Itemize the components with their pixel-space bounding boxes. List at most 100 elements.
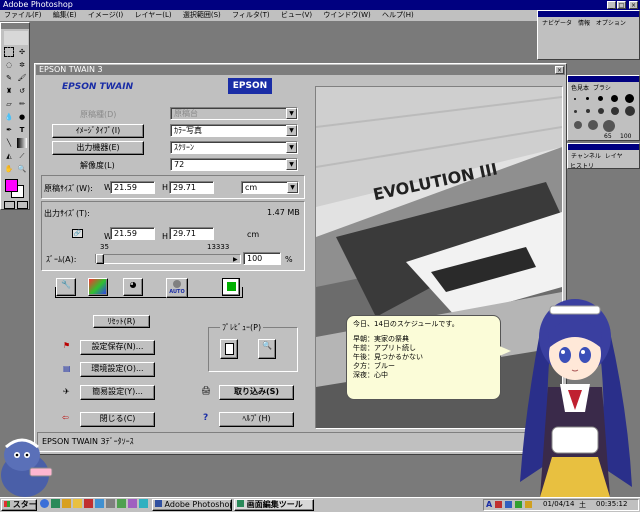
tray-app-icon[interactable]	[515, 501, 522, 508]
tray-volume-icon[interactable]	[505, 501, 512, 508]
simple-settings-button[interactable]: 簡易設定(Y)...	[80, 385, 155, 400]
brush-tip-9[interactable]	[611, 107, 619, 115]
quick-launch-desktop-icon[interactable]	[51, 499, 60, 508]
brush-tip-2[interactable]	[586, 97, 589, 100]
eraser-icon[interactable]: ▱	[4, 99, 14, 109]
gradient-icon[interactable]	[17, 138, 27, 148]
quick-launch-app3-icon[interactable]	[117, 499, 126, 508]
small-mascot[interactable]	[0, 425, 55, 497]
menu-image[interactable]: イメージ(I)	[88, 11, 123, 19]
paintbrush-icon[interactable]: 🖌	[17, 73, 27, 83]
unsharp-mask-icon[interactable]: 🔧	[56, 278, 76, 296]
ps-maximize-button[interactable]: □	[617, 1, 626, 9]
twain-close-button[interactable]: ×	[555, 66, 564, 74]
lasso-tool-icon[interactable]: ◌	[4, 60, 14, 70]
menu-select[interactable]: 選択範囲(S)	[183, 11, 221, 19]
dodge-icon[interactable]: ●	[17, 112, 27, 122]
original-width-field[interactable]: 21.59	[110, 181, 155, 194]
brush-tip-4[interactable]	[611, 95, 618, 102]
taskbar-photoshop-button[interactable]: Adobe Photoshop	[152, 499, 232, 511]
output-height-field[interactable]: 29.71	[169, 227, 214, 240]
zoom-field[interactable]: 100	[243, 252, 281, 265]
menu-edit[interactable]: 編集(E)	[53, 11, 77, 19]
save-settings-button[interactable]: 設定保存(N)...	[80, 340, 155, 355]
ime-a-icon[interactable]: A	[486, 500, 492, 509]
output-device-button[interactable]: 出力機器(E)	[52, 141, 144, 155]
tone-correction-icon[interactable]	[88, 278, 108, 296]
resolution-select[interactable]: 72 ▼	[170, 158, 298, 171]
hand-tool-icon[interactable]: ✋	[4, 164, 14, 174]
menu-help[interactable]: ヘルプ(H)	[382, 11, 414, 19]
eyedropper-icon[interactable]: ⟋	[17, 151, 27, 161]
zoom-tool-icon[interactable]: 🔍	[17, 164, 27, 174]
brush-tip-12[interactable]	[588, 120, 598, 130]
output-width-field[interactable]: 21.59	[110, 227, 155, 240]
tab-navigator[interactable]: ナビゲータ	[540, 20, 575, 27]
magic-wand-icon[interactable]: ✲	[17, 60, 27, 70]
screen-mode-icon[interactable]	[17, 201, 28, 209]
environment-button[interactable]: 環境設定(O)...	[80, 362, 155, 377]
auto-exposure-button[interactable]: AUTO	[166, 278, 188, 298]
foreground-color-swatch[interactable]	[5, 179, 18, 192]
character-mascot[interactable]	[510, 292, 640, 497]
quickmask-icon[interactable]	[4, 201, 15, 209]
brush-tip-11[interactable]	[574, 121, 582, 129]
brush-tip-7[interactable]	[586, 109, 590, 113]
quick-launch-app-icon[interactable]	[84, 499, 93, 508]
tab-layers[interactable]: レイヤ	[604, 153, 624, 160]
airbrush-icon[interactable]: ✎	[4, 73, 14, 83]
menu-filter[interactable]: フィルタ(T)	[232, 11, 270, 19]
document-source-select[interactable]: 原稿台 ▼	[170, 107, 298, 120]
quick-launch-ie-icon[interactable]	[40, 499, 49, 508]
brush-tip-6[interactable]	[574, 110, 577, 113]
quick-launch-app5-icon[interactable]	[139, 499, 148, 508]
brush-tip-1[interactable]	[574, 98, 576, 100]
taskbar-editor-button[interactable]: 画面編集ツール	[234, 499, 314, 511]
close-button[interactable]: 閉じる(C)	[80, 412, 155, 427]
zoom-slider-thumb[interactable]	[95, 254, 104, 264]
tray-app2-icon[interactable]	[525, 501, 532, 508]
history-tab[interactable]: ヒストリ	[570, 161, 594, 170]
menu-window[interactable]: ウインドウ(W)	[323, 11, 370, 19]
brush-tip-8[interactable]	[598, 108, 604, 114]
ps-close-button[interactable]: ×	[629, 1, 638, 9]
tab-swatches[interactable]: 色見本	[570, 85, 590, 92]
pencil-icon[interactable]: ✏	[17, 99, 27, 109]
brush-tip-13[interactable]	[603, 120, 615, 132]
quick-launch-folder-icon[interactable]	[73, 499, 82, 508]
configuration-icon[interactable]	[222, 278, 240, 296]
zoom-slider-track[interactable]	[95, 254, 241, 264]
menu-layer[interactable]: レイヤー(L)	[134, 11, 171, 19]
type-tool-icon[interactable]: T	[17, 125, 27, 135]
quick-launch-outlook-icon[interactable]	[62, 499, 71, 508]
help-button[interactable]: ﾍﾙﾌﾟ(H)	[219, 412, 294, 427]
zoom-slider-right-arrow[interactable]: ▶	[233, 256, 238, 263]
start-button[interactable]: スタート	[1, 499, 37, 511]
brush-tip-3[interactable]	[598, 96, 603, 101]
blur-icon[interactable]: 💧	[4, 112, 14, 122]
tab-options[interactable]: オプション	[594, 20, 628, 27]
menu-view[interactable]: ビュー(V)	[281, 11, 312, 19]
menu-file[interactable]: ファイル(F)	[4, 11, 42, 19]
line-tool-icon[interactable]: ╲	[4, 138, 14, 148]
quick-launch-paint-icon[interactable]	[95, 499, 104, 508]
tab-info[interactable]: 情報	[576, 20, 592, 27]
history-brush-icon[interactable]: ↺	[17, 86, 27, 96]
rubber-stamp-icon[interactable]: ♜	[4, 86, 14, 96]
reset-button[interactable]: ﾘｾｯﾄ(R)	[93, 315, 150, 328]
tray-date[interactable]: 01/04/14	[543, 500, 574, 508]
original-height-field[interactable]: 29.71	[169, 181, 214, 194]
unit-select[interactable]: cm ▼	[241, 181, 299, 194]
quick-launch-app4-icon[interactable]	[128, 499, 137, 508]
bucket-icon[interactable]: ◭	[4, 151, 14, 161]
acquire-button[interactable]: 取り込み(S)	[219, 385, 294, 400]
ps-minimize-button[interactable]: _	[607, 1, 616, 9]
brush-tip-10[interactable]	[625, 106, 635, 116]
tray-network-icon[interactable]	[495, 501, 502, 508]
output-device-select[interactable]: ｽｸﾘｰﾝ ▼	[170, 141, 298, 154]
lock-aspect-icon[interactable]: 🔗	[72, 229, 83, 238]
color-adjust-icon[interactable]: ◕	[123, 278, 143, 296]
tray-clock[interactable]: 00:35:12	[596, 500, 627, 508]
move-tool-icon[interactable]: ✣	[17, 47, 27, 57]
tab-brushes[interactable]: ブラシ	[591, 85, 612, 92]
